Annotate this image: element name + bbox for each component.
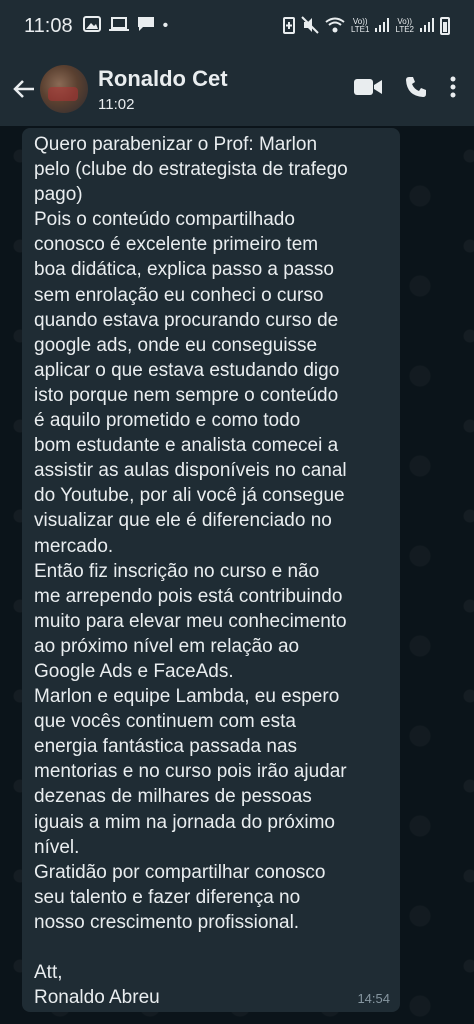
signal2-icon: [420, 17, 434, 35]
back-button[interactable]: [4, 69, 44, 109]
battery-saver-icon: [282, 16, 295, 37]
contact-info[interactable]: Ronaldo Cet 11:02: [98, 66, 228, 113]
wifi-icon: [325, 17, 345, 36]
laptop-icon: [108, 16, 129, 37]
more-vert-icon: [450, 76, 456, 97]
status-bar: 11:08 • Vo)) LTE1 Vo)) LTE2: [0, 0, 474, 52]
menu-button[interactable]: [450, 76, 456, 103]
lte1-label: Vo)) LTE1: [350, 17, 370, 34]
battery-icon: [440, 17, 450, 35]
lte2-label: Vo)) LTE2: [395, 17, 414, 34]
message-text: Quero parabenizar o Prof: Marlon pelo (c…: [34, 134, 348, 1009]
gallery-icon: [82, 15, 101, 37]
message-time: 14:54: [357, 991, 390, 1006]
notification-dot: •: [162, 17, 169, 34]
back-arrow-icon: [13, 80, 34, 98]
contact-name: Ronaldo Cet: [98, 65, 228, 91]
video-call-button[interactable]: [354, 77, 382, 102]
signal1-icon: [375, 17, 390, 35]
message-icon: [137, 16, 155, 37]
mute-icon: [301, 15, 319, 37]
avatar[interactable]: [40, 65, 88, 113]
status-right: Vo)) LTE1 Vo)) LTE2: [282, 15, 450, 37]
header-actions: [354, 75, 456, 104]
last-seen: 11:02: [98, 95, 135, 113]
message-bubble[interactable]: Quero parabenizar o Prof: Marlon pelo (c…: [22, 128, 400, 1012]
video-camera-icon: [354, 78, 382, 95]
chat-header: Ronaldo Cet 11:02: [0, 52, 474, 126]
voice-call-button[interactable]: [404, 75, 428, 104]
phone-icon: [406, 76, 426, 97]
status-time: 11:08: [24, 14, 73, 37]
